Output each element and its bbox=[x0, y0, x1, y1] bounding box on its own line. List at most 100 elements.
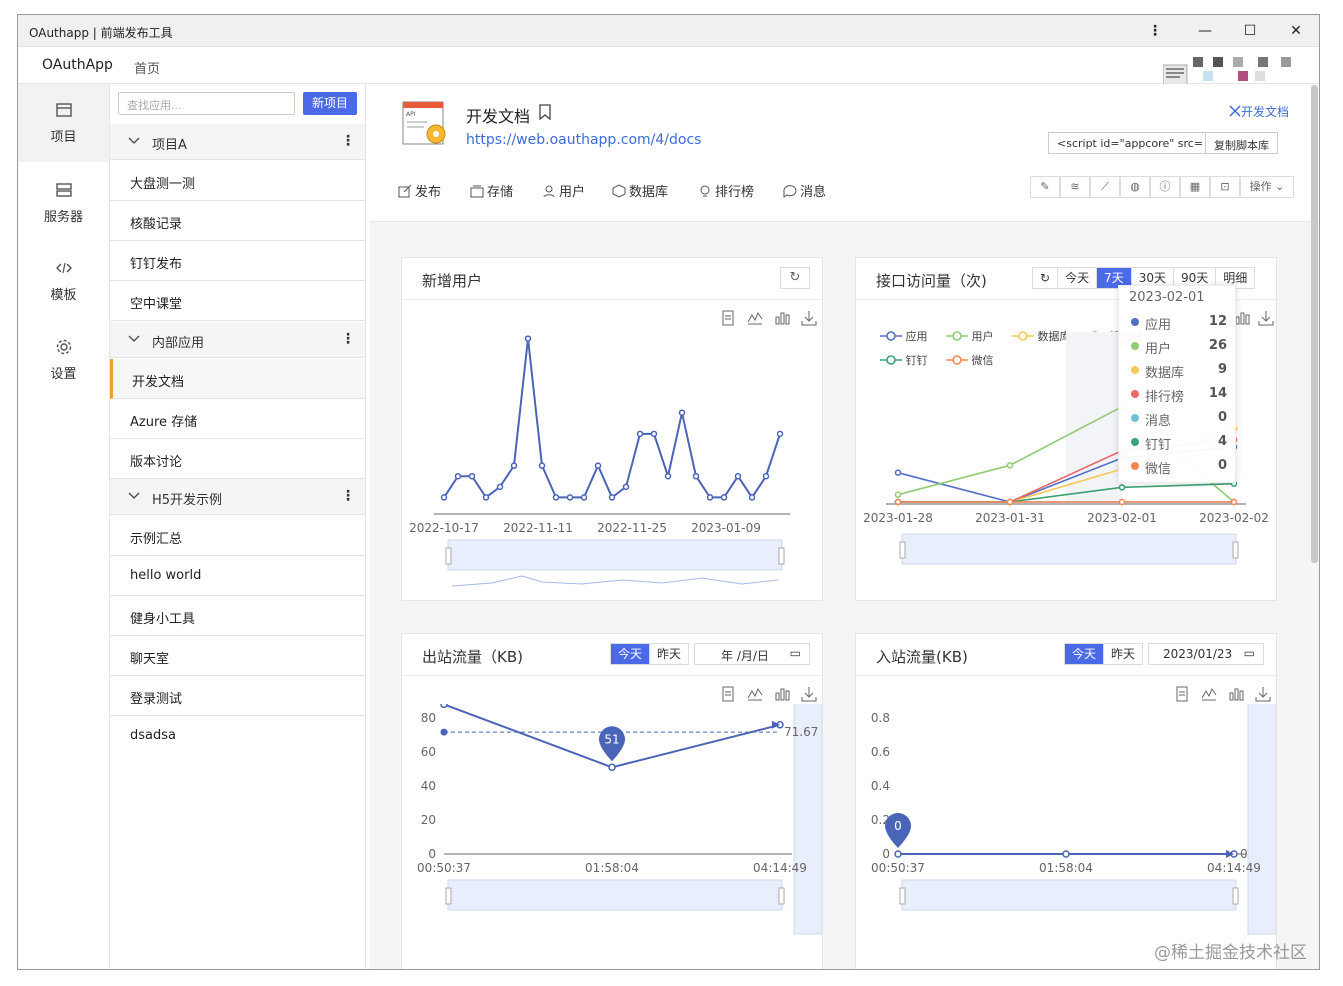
bar-chart-icon[interactable] bbox=[1234, 310, 1250, 326]
bar-chart-icon[interactable] bbox=[1228, 686, 1244, 702]
data-point bbox=[440, 704, 448, 709]
tab-publish[interactable]: 发布 bbox=[398, 181, 441, 200]
data-point bbox=[1118, 498, 1126, 506]
ops-dropdown[interactable]: 操作 ⌄ bbox=[1240, 176, 1294, 198]
list-item[interactable]: 核酸记录 bbox=[110, 201, 365, 241]
scrollbar[interactable] bbox=[1311, 85, 1318, 563]
list-item[interactable]: 大盘测一测 bbox=[110, 161, 365, 201]
group-header[interactable]: H5开发示例 ⋮ bbox=[110, 479, 365, 515]
tab-messages[interactable]: 消息 bbox=[783, 181, 826, 200]
group-label: 内部应用 bbox=[152, 336, 205, 351]
maximize-icon[interactable]: ☐ bbox=[1235, 19, 1265, 43]
bookmark-icon[interactable] bbox=[538, 104, 552, 120]
line-chart-icon[interactable] bbox=[747, 686, 763, 702]
chart-icon[interactable]: ⟋ bbox=[1090, 176, 1120, 198]
day-yesterday[interactable]: 昨天 bbox=[1104, 644, 1142, 664]
data-point bbox=[440, 494, 448, 501]
bar-chart-icon[interactable] bbox=[774, 310, 790, 326]
data-view-icon[interactable] bbox=[1174, 686, 1190, 702]
title-bar: OAuthapp | 前端发布工具 ⋮ — ☐ ✕ bbox=[18, 15, 1319, 47]
tooltip-row: 钉钉 4 bbox=[1129, 432, 1227, 453]
data-point bbox=[678, 409, 686, 416]
nav-label: 服务器 bbox=[43, 210, 83, 225]
day-today[interactable]: 今天 bbox=[611, 644, 651, 664]
user-avatar[interactable] bbox=[1163, 57, 1303, 85]
tab-storage[interactable]: 存储 bbox=[470, 181, 513, 200]
tools-icon bbox=[1229, 105, 1241, 117]
list-item[interactable]: 示例汇总 bbox=[110, 516, 365, 556]
edit-icon[interactable]: ✎ bbox=[1030, 176, 1060, 198]
refresh-icon[interactable]: ↻ bbox=[1033, 268, 1059, 288]
more-icon[interactable]: ⋮ bbox=[341, 133, 355, 149]
list-item[interactable]: 登录测试 bbox=[110, 676, 365, 716]
info-icon[interactable]: ⓘ bbox=[1150, 176, 1180, 198]
list-item[interactable]: Azure 存储 bbox=[110, 399, 365, 439]
close-icon[interactable]: ✕ bbox=[1281, 19, 1311, 43]
download-icon[interactable] bbox=[1255, 686, 1271, 702]
list-item[interactable]: 空中课堂 bbox=[110, 281, 365, 321]
series-dot bbox=[1131, 390, 1139, 398]
app-header: API 开发文档 https://web.oauthapp.com/4/docs… bbox=[370, 84, 1319, 222]
data-view-icon[interactable] bbox=[720, 310, 736, 326]
tab-users[interactable]: 用户 bbox=[542, 181, 585, 200]
api-doc-icon: API bbox=[402, 101, 446, 145]
line-chart-icon[interactable] bbox=[747, 310, 763, 326]
inbound-chart: 00.20.40.60.8100:50:3701:58:0404:14:4900 bbox=[871, 704, 1276, 935]
avg-label: 71.67 bbox=[784, 725, 818, 739]
line-chart-icon[interactable] bbox=[1201, 686, 1217, 702]
nav-settings[interactable]: 设置 bbox=[18, 321, 109, 399]
home-link[interactable]: 首页 bbox=[134, 58, 160, 77]
doc-link[interactable]: 开发文档 bbox=[1229, 103, 1289, 120]
code-box-icon[interactable]: ⊡ bbox=[1210, 176, 1240, 198]
list-item[interactable]: dsadsa bbox=[110, 716, 365, 756]
minimize-icon[interactable]: — bbox=[1190, 19, 1220, 43]
group-header[interactable]: 内部应用 ⋮ bbox=[110, 322, 365, 358]
date-input[interactable]: 2023/01/23 ▭ bbox=[1148, 643, 1264, 665]
search-input[interactable]: 查找应用... bbox=[118, 92, 295, 115]
list-item[interactable]: 钉钉发布 bbox=[110, 241, 365, 281]
tab-database[interactable]: 数据库 bbox=[612, 181, 668, 200]
y-tick-label: 40 bbox=[421, 779, 436, 793]
tab-leaderboard[interactable]: 排行榜 bbox=[698, 181, 754, 200]
list-item[interactable]: 健身小工具 bbox=[110, 596, 365, 636]
bar-chart-icon[interactable] bbox=[774, 686, 790, 702]
tab-label: 发布 bbox=[415, 185, 442, 200]
nav-templates[interactable]: 模板 bbox=[18, 242, 109, 320]
day-yesterday[interactable]: 昨天 bbox=[650, 644, 688, 664]
pin-label: 0 bbox=[894, 819, 902, 833]
nav-servers[interactable]: 服务器 bbox=[18, 164, 109, 242]
brand-link[interactable]: OAuthApp bbox=[42, 57, 113, 73]
app-url[interactable]: https://web.oauthapp.com/4/docs bbox=[466, 132, 701, 148]
download-icon[interactable] bbox=[1258, 310, 1274, 326]
globe-icon[interactable]: ◍ bbox=[1120, 176, 1150, 198]
list-item-active[interactable]: 开发文档 bbox=[110, 359, 365, 399]
more-icon[interactable]: ⋮ bbox=[341, 331, 355, 347]
date-input[interactable]: 年 /月/日 ▭ bbox=[694, 643, 810, 665]
x-tick-label: 2023-01-31 bbox=[975, 511, 1045, 525]
card-header: 出站流量（KB) 今天 昨天 年 /月/日 ▭ bbox=[402, 634, 822, 676]
data-view-icon[interactable] bbox=[720, 686, 736, 702]
range-today[interactable]: 今天 bbox=[1058, 268, 1098, 288]
list-item[interactable]: 聊天室 bbox=[110, 636, 365, 676]
tooltip-date: 2023-02-01 bbox=[1129, 290, 1205, 305]
tab-label: 数据库 bbox=[629, 185, 669, 200]
list-item[interactable]: 版本讨论 bbox=[110, 439, 365, 479]
app-title: 开发文档 bbox=[466, 107, 531, 126]
window-menu-icon[interactable]: ⋮ bbox=[1140, 19, 1170, 43]
nav-projects[interactable]: 项目 bbox=[18, 84, 109, 162]
download-icon[interactable] bbox=[801, 686, 817, 702]
main-panel: API 开发文档 https://web.oauthapp.com/4/docs… bbox=[370, 84, 1319, 969]
group-header[interactable]: 项目A ⋮ bbox=[110, 124, 365, 160]
more-icon[interactable]: ⋮ bbox=[341, 488, 355, 504]
new-project-button[interactable]: 新项目 bbox=[303, 92, 357, 115]
nav-label: 设置 bbox=[50, 367, 77, 382]
x-tick-label: 2022-11-11 bbox=[503, 521, 573, 535]
data-point bbox=[650, 430, 658, 438]
filter-icon[interactable]: ≋ bbox=[1060, 176, 1090, 198]
refresh-icon[interactable]: ↻ bbox=[780, 267, 810, 289]
list-item[interactable]: hello world bbox=[110, 556, 365, 596]
copy-script-button[interactable]: 复制脚本库 bbox=[1205, 133, 1277, 153]
day-today[interactable]: 今天 bbox=[1065, 644, 1105, 664]
qrcode-icon[interactable]: ▦ bbox=[1180, 176, 1210, 198]
download-icon[interactable] bbox=[801, 310, 817, 326]
